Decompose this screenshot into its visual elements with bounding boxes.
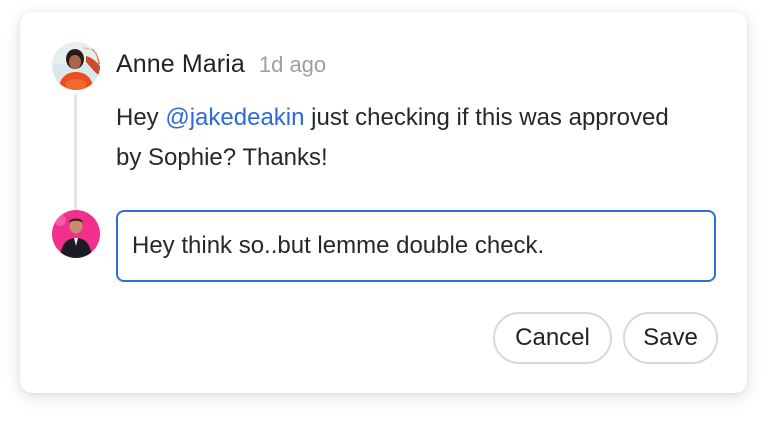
comment-text: Hey @jakedeakin just checking if this wa… xyxy=(116,98,676,178)
author-name[interactable]: Anne Maria xyxy=(116,50,245,79)
cancel-button[interactable]: Cancel xyxy=(493,312,612,364)
thread-connector-line xyxy=(74,94,77,222)
comment-timestamp: 1d ago xyxy=(258,52,327,77)
avatar-anne-maria[interactable] xyxy=(52,42,100,90)
comment-header: Anne Maria 1d ago xyxy=(116,50,326,79)
reply-input[interactable]: Hey think so..but lemme double check. xyxy=(116,210,716,282)
reply-input-value: Hey think so..but lemme double check. xyxy=(132,232,545,259)
comment-text-before: Hey xyxy=(116,104,166,131)
avatar-current-user[interactable] xyxy=(52,210,100,258)
user-mention-link[interactable]: @jakedeakin xyxy=(165,104,304,131)
save-button[interactable]: Save xyxy=(623,312,718,364)
comment-card: Anne Maria 1d ago Hey @jakedeakin just c… xyxy=(20,12,747,393)
